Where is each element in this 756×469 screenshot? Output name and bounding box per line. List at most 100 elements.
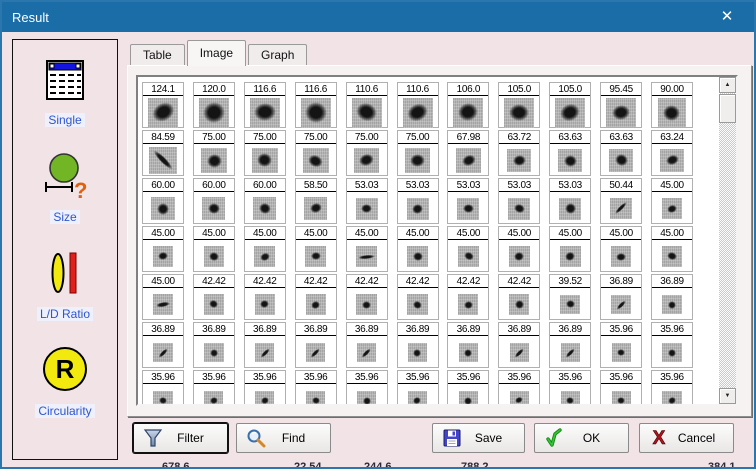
particle-cell[interactable]: 35.96 bbox=[244, 370, 286, 404]
particle-cell[interactable]: 36.89 bbox=[193, 322, 235, 368]
find-button[interactable]: Find bbox=[236, 423, 331, 453]
filter-button[interactable]: Filter bbox=[133, 423, 228, 453]
particle-cell[interactable]: 35.96 bbox=[600, 370, 642, 404]
particle-cell[interactable]: 75.00 bbox=[193, 130, 235, 176]
particle-cell[interactable]: 42.42 bbox=[397, 274, 439, 320]
particle-cell[interactable]: 36.89 bbox=[600, 274, 642, 320]
background-number-fragment: 384.1 bbox=[708, 461, 736, 469]
particle-cell[interactable]: 63.72 bbox=[498, 130, 540, 176]
particle-cell[interactable]: 36.89 bbox=[498, 322, 540, 368]
particle-cell[interactable]: 36.89 bbox=[244, 322, 286, 368]
particle-cell[interactable]: 36.89 bbox=[651, 274, 693, 320]
particle-cell[interactable]: 45.00 bbox=[142, 226, 184, 272]
particle-cell[interactable]: 95.45 bbox=[600, 82, 642, 128]
scrollbar-thumb[interactable] bbox=[719, 94, 736, 123]
sidebar-item-circularity[interactable]: R Circularity bbox=[35, 345, 94, 418]
particle-cell[interactable]: 35.96 bbox=[651, 370, 693, 404]
particle-cell[interactable]: 45.00 bbox=[397, 226, 439, 272]
particle-cell[interactable]: 75.00 bbox=[244, 130, 286, 176]
particle-cell[interactable]: 53.03 bbox=[549, 178, 591, 224]
particle-cell[interactable]: 42.42 bbox=[498, 274, 540, 320]
particle-cell[interactable]: 36.89 bbox=[447, 322, 489, 368]
particle-cell[interactable]: 45.00 bbox=[600, 226, 642, 272]
particle-cell[interactable]: 36.89 bbox=[397, 322, 439, 368]
particle-value: 45.00 bbox=[194, 227, 234, 240]
particle-cell[interactable]: 105.0 bbox=[549, 82, 591, 128]
particle-cell[interactable]: 45.00 bbox=[651, 178, 693, 224]
particle-cell[interactable]: 36.89 bbox=[346, 322, 388, 368]
particle-cell[interactable]: 45.00 bbox=[346, 226, 388, 272]
particle-cell[interactable]: 53.03 bbox=[498, 178, 540, 224]
particle-cell[interactable]: 39.52 bbox=[549, 274, 591, 320]
particle-cell[interactable]: 35.96 bbox=[498, 370, 540, 404]
particle-cell[interactable]: 42.42 bbox=[346, 274, 388, 320]
particle-cell[interactable]: 35.96 bbox=[346, 370, 388, 404]
particle-cell[interactable]: 60.00 bbox=[142, 178, 184, 224]
ok-button[interactable]: OK bbox=[534, 423, 629, 453]
particle-cell[interactable]: 45.00 bbox=[498, 226, 540, 272]
particle-cell[interactable]: 75.00 bbox=[295, 130, 337, 176]
particle-cell[interactable]: 53.03 bbox=[397, 178, 439, 224]
vertical-scrollbar[interactable]: ▲ ▼ bbox=[719, 77, 736, 404]
particle-cell[interactable]: 120.0 bbox=[193, 82, 235, 128]
particle-cell[interactable]: 60.00 bbox=[193, 178, 235, 224]
particle-cell[interactable]: 45.00 bbox=[193, 226, 235, 272]
particle-cell[interactable]: 124.1 bbox=[142, 82, 184, 128]
particle-cell[interactable]: 53.03 bbox=[346, 178, 388, 224]
scroll-up-icon[interactable]: ▲ bbox=[719, 77, 736, 93]
particle-cell[interactable]: 75.00 bbox=[346, 130, 388, 176]
close-icon[interactable]: ✕ bbox=[714, 6, 740, 28]
save-button[interactable]: Save bbox=[432, 423, 525, 453]
particle-cell[interactable]: 35.96 bbox=[397, 370, 439, 404]
particle-cell[interactable]: 106.0 bbox=[447, 82, 489, 128]
particle-cell[interactable]: 90.00 bbox=[651, 82, 693, 128]
particle-cell[interactable]: 75.00 bbox=[397, 130, 439, 176]
particle-cell[interactable]: 116.6 bbox=[295, 82, 337, 128]
particle-cell[interactable]: 35.96 bbox=[142, 370, 184, 404]
scroll-down-icon[interactable]: ▼ bbox=[719, 388, 736, 404]
particle-image bbox=[143, 145, 183, 176]
particle-cell[interactable]: 67.98 bbox=[447, 130, 489, 176]
particle-cell[interactable]: 63.24 bbox=[651, 130, 693, 176]
particle-cell[interactable]: 35.96 bbox=[295, 370, 337, 404]
particle-value: 35.96 bbox=[245, 371, 285, 384]
particle-cell[interactable]: 60.00 bbox=[244, 178, 286, 224]
particle-cell[interactable]: 45.00 bbox=[244, 226, 286, 272]
particle-cell[interactable]: 110.6 bbox=[346, 82, 388, 128]
particle-cell[interactable]: 36.89 bbox=[549, 322, 591, 368]
particle-cell[interactable]: 35.96 bbox=[193, 370, 235, 404]
particle-cell[interactable]: 42.42 bbox=[193, 274, 235, 320]
particle-cell[interactable]: 116.6 bbox=[244, 82, 286, 128]
particle-cell[interactable]: 35.96 bbox=[600, 322, 642, 368]
particle-cell[interactable]: 45.00 bbox=[651, 226, 693, 272]
particle-cell[interactable]: 63.63 bbox=[600, 130, 642, 176]
particle-cell[interactable]: 42.42 bbox=[447, 274, 489, 320]
particle-cell[interactable]: 36.89 bbox=[295, 322, 337, 368]
particle-cell[interactable]: 36.89 bbox=[142, 322, 184, 368]
sidebar-item-ld-ratio[interactable]: L/D Ratio bbox=[37, 250, 93, 321]
particle-cell[interactable]: 84.59 bbox=[142, 130, 184, 176]
sidebar-item-size[interactable]: ? Size bbox=[41, 151, 89, 224]
particle-cell[interactable]: 63.63 bbox=[549, 130, 591, 176]
cancel-button[interactable]: X Cancel bbox=[639, 423, 734, 453]
titlebar[interactable]: Result ✕ bbox=[2, 2, 754, 32]
particle-cell[interactable]: 58.50 bbox=[295, 178, 337, 224]
particle-cell[interactable]: 45.00 bbox=[295, 226, 337, 272]
sidebar-item-single[interactable]: Single bbox=[43, 58, 87, 127]
particle-cell[interactable]: 105.0 bbox=[498, 82, 540, 128]
tab-table[interactable]: Table bbox=[130, 44, 185, 66]
tab-image[interactable]: Image bbox=[187, 40, 246, 66]
particle-cell[interactable]: 50.44 bbox=[600, 178, 642, 224]
particle-cell[interactable]: 35.96 bbox=[447, 370, 489, 404]
particle-cell[interactable]: 42.42 bbox=[295, 274, 337, 320]
particle-cell[interactable]: 110.6 bbox=[397, 82, 439, 128]
particle-cell[interactable]: 35.96 bbox=[549, 370, 591, 404]
tab-graph[interactable]: Graph bbox=[248, 44, 307, 66]
particle-value: 75.00 bbox=[347, 131, 387, 144]
particle-cell[interactable]: 35.96 bbox=[651, 322, 693, 368]
particle-cell[interactable]: 42.42 bbox=[244, 274, 286, 320]
particle-cell[interactable]: 45.00 bbox=[447, 226, 489, 272]
particle-cell[interactable]: 45.00 bbox=[142, 274, 184, 320]
particle-cell[interactable]: 53.03 bbox=[447, 178, 489, 224]
particle-cell[interactable]: 45.00 bbox=[549, 226, 591, 272]
